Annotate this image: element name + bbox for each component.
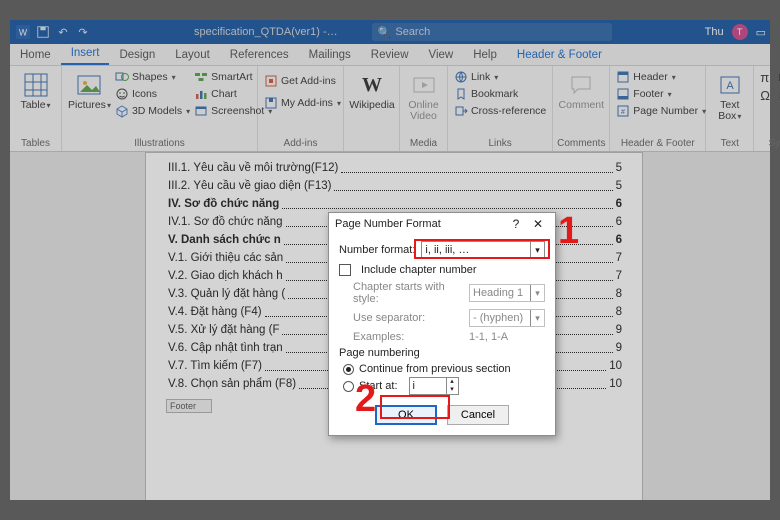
save-icon[interactable] (34, 23, 52, 41)
number-format-combo[interactable]: i, ii, iii, … ▾ (421, 241, 545, 259)
include-chapter-checkbox[interactable] (339, 264, 351, 276)
tab-view[interactable]: View (419, 46, 464, 65)
bookmark-button[interactable]: Bookmark (454, 87, 546, 101)
chapter-style-combo: Heading 1▾ (469, 284, 545, 302)
tab-review[interactable]: Review (361, 46, 419, 65)
equation-button[interactable]: π Equation (760, 70, 780, 85)
undo-icon[interactable]: ↶ (54, 23, 72, 41)
spin-up-icon: ▴ (447, 378, 458, 386)
header-button[interactable]: Header▾ (616, 70, 706, 84)
svg-text:A: A (726, 80, 734, 92)
table-button[interactable]: Table▾ (16, 70, 55, 111)
spin-down-icon: ▾ (447, 386, 458, 394)
redo-icon[interactable]: ↷ (74, 23, 92, 41)
comment-button[interactable]: Comment (559, 70, 603, 111)
3d-models-button[interactable]: 3D Models▾ (115, 104, 190, 118)
ribbon: Table▾ Tables Pictures▾ Shapes▾ Icons 3D… (10, 66, 770, 152)
pictures-button[interactable]: Pictures▾ (68, 70, 111, 111)
user-name: Thu (705, 26, 724, 38)
word-app-icon: W (14, 23, 32, 41)
toc-line: IV. Sơ đồ chức năng6 (168, 195, 622, 213)
page-number-button[interactable]: #Page Number▾ (616, 104, 706, 118)
dialog-title: Page Number Format (335, 218, 505, 230)
start-at-radio[interactable] (343, 381, 354, 392)
chevron-down-icon: ▾ (530, 242, 544, 258)
search-placeholder: Search (395, 26, 430, 38)
symbol-button[interactable]: Ω Symbol (760, 88, 780, 103)
annotation-2: 2 (355, 378, 376, 421)
close-button[interactable]: ✕ (527, 217, 549, 231)
title-bar: W ↶ ↷ specification_QTDA(ver1) -… 🔍 Sear… (10, 20, 770, 44)
tab-header-footer[interactable]: Header & Footer (507, 46, 612, 65)
svg-text:#: # (621, 109, 625, 116)
ribbon-tabs: Home Insert Design Layout References Mai… (10, 44, 770, 66)
document-title: specification_QTDA(ver1) -… (194, 26, 338, 38)
chevron-down-icon: ▾ (47, 101, 51, 110)
help-button[interactable]: ? (505, 217, 527, 231)
ribbon-opts-icon[interactable]: ▭ (756, 26, 766, 39)
link-button[interactable]: Link▾ (454, 70, 546, 84)
ok-button[interactable]: OK (375, 405, 437, 425)
search-icon: 🔍 (378, 26, 392, 39)
separator-combo: - (hyphen)▾ (469, 309, 545, 327)
shapes-button[interactable]: Shapes▾ (115, 70, 190, 84)
footer-button[interactable]: Footer▾ (616, 87, 706, 101)
toc-line: III.2. Yêu cầu về giao diện (F13)5 (168, 177, 622, 195)
tab-layout[interactable]: Layout (165, 46, 220, 65)
icons-button[interactable]: Icons (115, 87, 190, 101)
my-addins-button[interactable]: My Add-ins▾ (264, 96, 341, 110)
tab-help[interactable]: Help (463, 46, 507, 65)
textbox-button[interactable]: A Text Box▾ (712, 70, 747, 122)
tab-references[interactable]: References (220, 46, 299, 65)
cancel-button[interactable]: Cancel (447, 405, 509, 425)
footer-tag: Footer (166, 399, 212, 413)
number-format-label: Number format: (339, 244, 415, 256)
start-at-spinner[interactable]: i ▴▾ (409, 377, 459, 395)
tab-home[interactable]: Home (10, 46, 61, 65)
annotation-1: 1 (558, 210, 579, 253)
tab-design[interactable]: Design (109, 46, 165, 65)
svg-text:W: W (19, 28, 28, 38)
avatar[interactable]: T (732, 24, 748, 40)
tab-mailings[interactable]: Mailings (299, 46, 361, 65)
crossref-button[interactable]: Cross-reference (454, 104, 546, 118)
search-box[interactable]: 🔍 Search (372, 23, 612, 41)
toc-line: III.1. Yêu cầu về môi trường(F12)5 (168, 159, 622, 177)
page-numbering-label: Page numbering (339, 347, 545, 359)
wikipedia-button[interactable]: W Wikipedia (350, 70, 394, 111)
get-addins-button[interactable]: Get Add-ins (264, 74, 341, 88)
continue-radio[interactable] (343, 364, 354, 375)
online-video-button[interactable]: Online Video (406, 70, 441, 122)
include-chapter-label: Include chapter number (361, 264, 477, 276)
tab-insert[interactable]: Insert (61, 44, 110, 65)
